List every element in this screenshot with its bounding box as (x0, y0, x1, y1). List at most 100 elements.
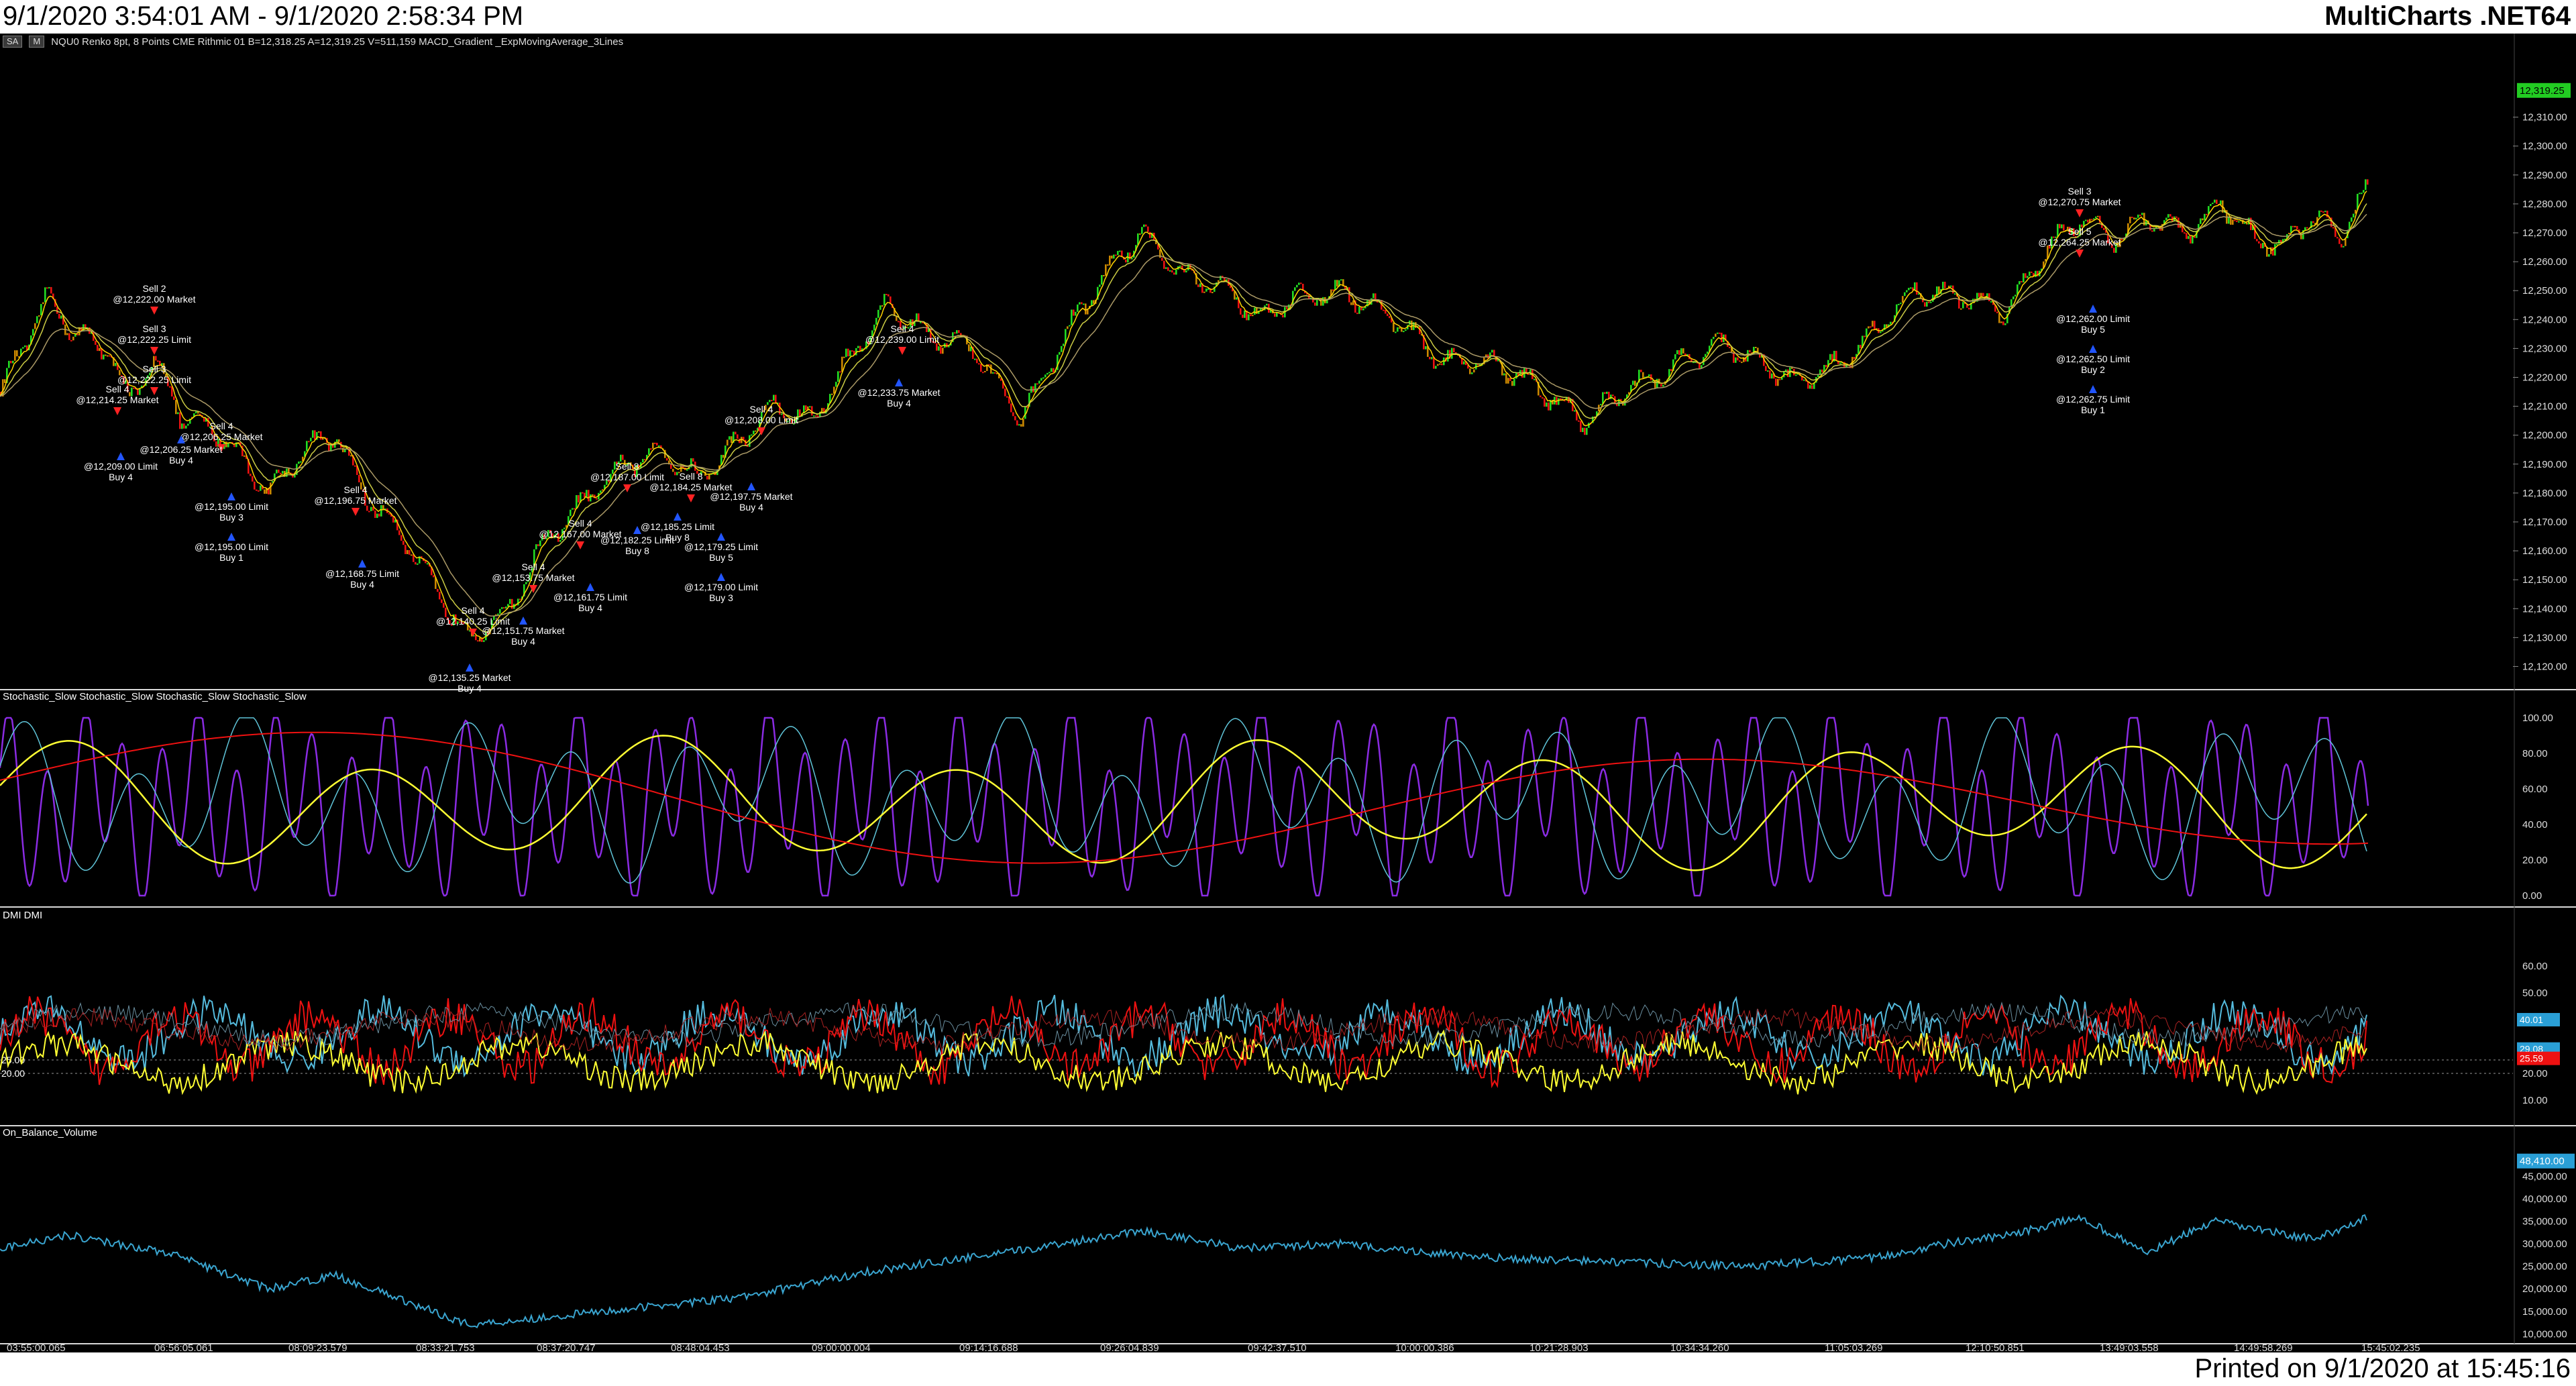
dmi-panel[interactable]: 25.0020.00 (0, 994, 2513, 1096)
buy-order-label: Buy 4 (109, 472, 133, 482)
sell-order-label: Sell 3 (142, 364, 166, 374)
renko-brick (843, 356, 845, 358)
renko-brick (674, 472, 676, 476)
renko-brick (207, 418, 209, 427)
renko-brick (2318, 210, 2320, 217)
renko-brick (1870, 326, 1872, 328)
renko-brick (2087, 219, 2089, 223)
renko-brick (1634, 380, 1636, 386)
renko-brick (244, 455, 246, 457)
renko-brick (318, 431, 320, 433)
renko-brick (1161, 258, 1163, 261)
buy-arrow-icon (2089, 385, 2097, 393)
renko-brick (1733, 352, 1735, 363)
renko-brick (2343, 246, 2345, 248)
renko-brick (443, 602, 445, 608)
renko-brick (1938, 286, 1940, 294)
renko-brick (1169, 270, 1171, 272)
renko-brick (320, 431, 322, 440)
renko-brick (1167, 267, 1169, 271)
renko-brick (1544, 398, 1546, 407)
renko-brick (539, 540, 541, 547)
renko-brick (2292, 225, 2294, 227)
renko-brick (1604, 392, 1606, 394)
renko-brick (1705, 354, 1707, 358)
renko-brick (1071, 309, 1073, 325)
renko-brick (2294, 225, 2296, 227)
renko-brick (1018, 424, 1020, 426)
chart-window[interactable]: SA M NQU0 Renko 8pt, 8 Points CME Rithmi… (0, 34, 2576, 1352)
renko-brick (409, 549, 411, 555)
renko-brick (1908, 288, 1910, 290)
renko-brick (1375, 293, 1377, 301)
sell-order-label: Sell 5 (2068, 226, 2091, 237)
renko-brick (873, 324, 875, 331)
renko-brick (4, 379, 6, 383)
buy-order-price: @12,195.00 Limit (195, 541, 268, 552)
renko-brick (1145, 224, 1147, 227)
renko-brick (1729, 346, 1731, 349)
obv-tick-label: 10,000.00 (2522, 1328, 2567, 1340)
renko-brick (727, 439, 729, 446)
renko-brick (656, 443, 658, 446)
renko-brick (1006, 396, 1008, 398)
dmi-tick-label: 50.00 (2522, 988, 2548, 999)
price-tick-label: 12,280.00 (2522, 199, 2567, 210)
renko-brick (576, 495, 578, 509)
renko-brick (2367, 179, 2369, 185)
renko-brick (813, 415, 815, 417)
renko-brick (1185, 270, 1187, 273)
renko-brick (1250, 314, 1252, 317)
renko-brick (2216, 199, 2218, 204)
renko-brick (1069, 325, 1071, 327)
renko-brick (477, 640, 479, 642)
sell-arrow-icon (898, 347, 906, 355)
renko-brick (1179, 265, 1181, 267)
renko-brick (10, 360, 12, 364)
time-tick-label: 10:00:00.386 (1395, 1342, 1454, 1352)
buy-order-price: @12,168.75 Limit (325, 568, 399, 579)
renko-brick (1093, 300, 1095, 304)
renko-brick (1077, 304, 1079, 312)
renko-brick (2010, 299, 2012, 307)
renko-brick (1640, 370, 1642, 372)
renko-brick (2353, 213, 2355, 218)
renko-brick (831, 393, 833, 395)
renko-brick (751, 434, 753, 436)
renko-brick (250, 474, 252, 476)
renko-brick (1560, 398, 1562, 400)
renko-brick (1580, 421, 1582, 433)
trade-markers: Sell 2@12,222.00 MarketSell 3@12,222.25 … (76, 186, 2130, 694)
renko-brick (1298, 282, 1300, 285)
renko-brick (2256, 239, 2258, 242)
renko-brick (1049, 372, 1051, 374)
renko-brick (1582, 427, 1584, 433)
renko-brick (133, 387, 135, 389)
buy-arrow-icon (2089, 305, 2097, 313)
buy-arrow-icon (747, 482, 755, 490)
renko-brick (1203, 291, 1205, 293)
renko-brick (1149, 231, 1151, 238)
chart-canvas[interactable]: Sell 2@12,222.00 MarketSell 3@12,222.25 … (0, 34, 2576, 1352)
renko-brick (2133, 217, 2135, 220)
renko-brick (1574, 410, 1576, 412)
renko-brick (1356, 313, 1358, 315)
renko-brick (2236, 220, 2238, 222)
renko-brick (501, 607, 503, 609)
renko-brick (1129, 252, 1131, 260)
renko-brick (2165, 217, 2167, 221)
renko-brick (280, 472, 282, 474)
renko-brick (1266, 303, 1268, 306)
obv-panel[interactable] (0, 1214, 2367, 1328)
renko-brick (260, 485, 262, 491)
date-range-title: 9/1/2020 3:54:01 AM - 9/1/2020 2:58:34 P… (3, 1, 524, 31)
renko-brick (58, 313, 60, 319)
stochastic-panel[interactable] (0, 716, 2369, 897)
price-tick-label: 12,310.00 (2522, 112, 2567, 123)
renko-brick (1864, 335, 1866, 337)
renko-brick (592, 494, 594, 496)
sell-order-label: Sell 4 (209, 421, 233, 431)
sell-arrow-icon (2076, 250, 2084, 258)
renko-brick (847, 348, 849, 357)
renko-brick (505, 606, 507, 609)
